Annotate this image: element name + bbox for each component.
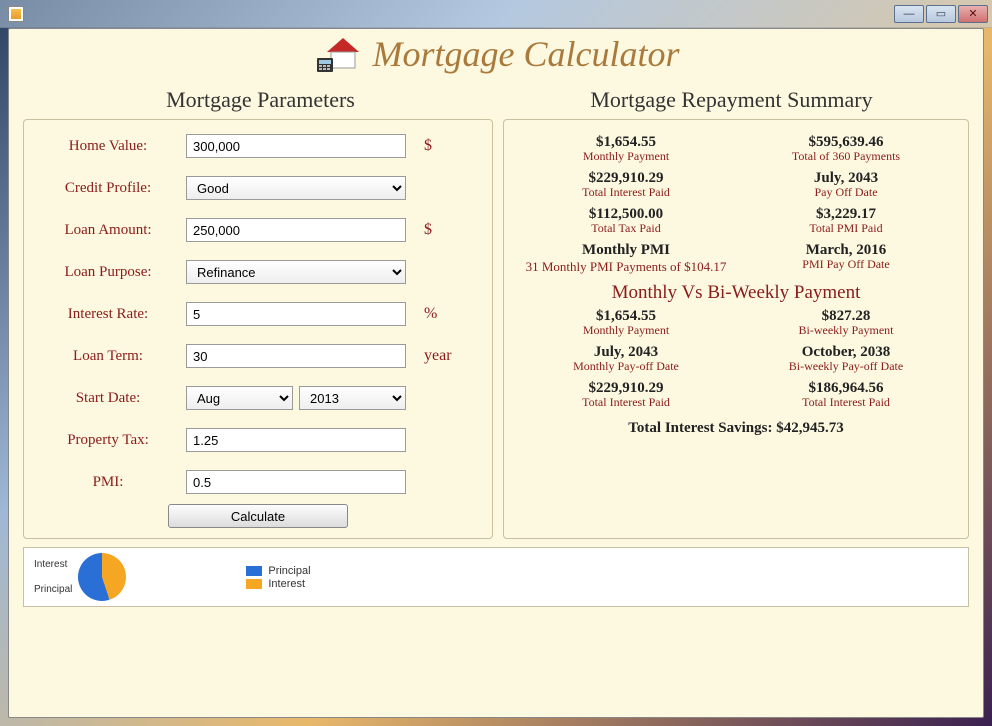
interest-rate-label: Interest Rate: xyxy=(36,306,186,323)
start-date-label: Start Date: xyxy=(36,390,186,407)
start-year-select[interactable]: 2013 xyxy=(299,386,406,410)
start-month-select[interactable]: Aug xyxy=(186,386,293,410)
total-interest-label: Total Interest Paid xyxy=(516,185,736,200)
monthly-payment-label: Monthly Payment xyxy=(516,149,736,164)
payoff-date-label: Pay Off Date xyxy=(736,185,956,200)
loan-amount-input[interactable] xyxy=(186,218,406,242)
interest-rate-input[interactable] xyxy=(186,302,406,326)
pmi-input[interactable] xyxy=(186,470,406,494)
minimize-button[interactable]: ― xyxy=(894,5,924,23)
credit-profile-select[interactable]: Good xyxy=(186,176,406,200)
house-calculator-icon xyxy=(313,34,365,74)
home-value-input[interactable] xyxy=(186,134,406,158)
monthly-pmi-text: 31 Monthly PMI Payments of $104.17 xyxy=(516,259,736,278)
vs-monthly-interest-label: Total Interest Paid xyxy=(516,395,736,410)
monthly-pmi-header: Monthly PMI xyxy=(516,242,736,259)
loan-amount-unit: $ xyxy=(406,221,456,239)
vs-biweekly-payment-label: Bi-weekly Payment xyxy=(736,323,956,338)
pmi-payoff-label: PMI Pay Off Date xyxy=(736,257,956,272)
maximize-button[interactable]: ▭ xyxy=(926,5,956,23)
total-pmi-label: Total PMI Paid xyxy=(736,221,956,236)
loan-purpose-label: Loan Purpose: xyxy=(36,264,186,281)
home-value-label: Home Value: xyxy=(36,138,186,155)
params-section-title: Mortgage Parameters xyxy=(25,87,496,113)
vs-monthly-payoff-label: Monthly Pay-off Date xyxy=(516,359,736,374)
legend-swatch-interest xyxy=(246,579,262,589)
property-tax-input[interactable] xyxy=(186,428,406,452)
calculate-button[interactable]: Calculate xyxy=(168,504,348,528)
vs-biweekly-interest-label: Total Interest Paid xyxy=(736,395,956,410)
loan-term-input[interactable] xyxy=(186,344,406,368)
title-bar: ― ▭ ✕ xyxy=(0,0,992,28)
loan-term-unit: year xyxy=(406,347,456,365)
pmi-label: PMI: xyxy=(36,474,186,491)
monthly-vs-biweekly-header: Monthly Vs Bi-Weekly Payment xyxy=(516,282,956,304)
vs-monthly-payment-label: Monthly Payment xyxy=(516,323,736,338)
app-body: Mortgage Calculator Mortgage Parameters … xyxy=(8,28,984,718)
app-window: ― ▭ ✕ Mortgage Calculator xyxy=(0,0,992,726)
property-tax-label: Property Tax: xyxy=(36,432,186,449)
close-button[interactable]: ✕ xyxy=(958,5,988,23)
parameters-panel: Home Value: $ Credit Profile: Good Loan … xyxy=(23,119,493,539)
loan-term-label: Loan Term: xyxy=(36,348,186,365)
summary-panel: $1,654.55 $595,639.46 Monthly Payment To… xyxy=(503,119,969,539)
interest-rate-unit: % xyxy=(406,305,456,323)
legend-label-principal: Principal xyxy=(268,565,310,577)
app-header: Mortgage Calculator xyxy=(9,29,983,79)
total-interest-savings: Total Interest Savings: $42,945.73 xyxy=(516,420,956,437)
total-tax-label: Total Tax Paid xyxy=(516,221,736,236)
pie-chart xyxy=(78,553,126,601)
legend-label-interest: Interest xyxy=(268,578,305,590)
vs-biweekly-payoff-label: Bi-weekly Pay-off Date xyxy=(736,359,956,374)
total-payments-label: Total of 360 Payments xyxy=(736,149,956,164)
loan-amount-label: Loan Amount: xyxy=(36,222,186,239)
chart-legend: Principal Interest xyxy=(246,564,310,591)
credit-profile-label: Credit Profile: xyxy=(36,180,186,197)
summary-section-title: Mortgage Repayment Summary xyxy=(496,87,967,113)
home-value-unit: $ xyxy=(406,137,456,155)
pie-label-principal: Principal xyxy=(34,584,72,595)
legend-swatch-principal xyxy=(246,566,262,576)
chart-area: Interest Principal Principal Interest xyxy=(23,547,969,607)
app-title: Mortgage Calculator xyxy=(373,33,680,75)
loan-purpose-select[interactable]: Refinance xyxy=(186,260,406,284)
app-icon xyxy=(8,6,24,22)
pie-label-interest: Interest xyxy=(34,559,72,570)
